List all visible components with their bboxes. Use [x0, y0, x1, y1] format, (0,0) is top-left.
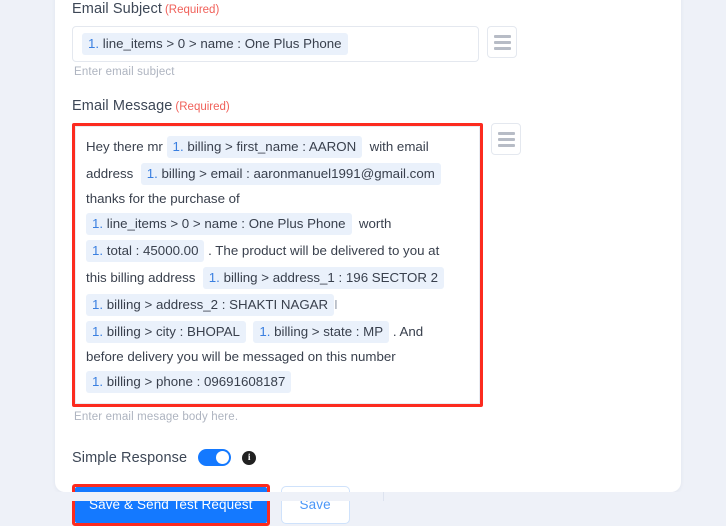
token-chip-text: line_items > 0 > name : One Plus Phone: [99, 36, 342, 51]
hamburger-menu-icon-subject[interactable]: [487, 26, 517, 58]
hamburger-menu-icon-message[interactable]: [491, 123, 521, 155]
token-chip[interactable]: 1. billing > email : aaronmanuel1991@gma…: [140, 163, 441, 185]
email-subject-row: 1. line_items > 0 > name : One Plus Phon…: [72, 26, 664, 62]
email-subject-label: Email Subject (Required): [72, 0, 664, 19]
token-chip[interactable]: 1. billing > phone : 09691608187: [86, 371, 292, 393]
email-message-helper: Enter email mesage body here.: [74, 411, 239, 423]
token-chip[interactable]: 1. line_items > 0 > name : One Plus Phon…: [86, 213, 352, 235]
simple-response-toggle[interactable]: [198, 449, 232, 466]
email-subject-input[interactable]: 1. line_items > 0 > name : One Plus Phon…: [72, 26, 479, 62]
token-chip-text: billing > address_1 : 196 SECTOR 2: [219, 270, 439, 285]
hamburger-bar: [493, 34, 511, 38]
token-chip[interactable]: 1. billing > address_2 : SHAKTI NAGAR: [86, 294, 335, 316]
message-text: . And: [389, 324, 424, 339]
message-line: Hey there mr 1. billing > first_name : A…: [86, 136, 469, 158]
message-text: Hey there mr: [86, 139, 167, 154]
message-text: before delivery you will be messaged on …: [86, 349, 396, 364]
message-line: 1. line_items > 0 > name : One Plus Phon…: [86, 213, 469, 235]
token-chip-text: billing > state : MP: [270, 324, 384, 339]
message-text: [246, 324, 253, 339]
token-chip-text: billing > phone : 09691608187: [103, 374, 286, 389]
card-content: Email Subject (Required) 1. line_items > …: [72, 0, 664, 526]
token-chip-index: 1.: [172, 139, 184, 154]
token-chip[interactable]: 1. billing > first_name : AARON: [166, 136, 363, 158]
message-line: this billing address 1. billing > addres…: [86, 267, 469, 289]
message-line: before delivery you will be messaged on …: [86, 348, 469, 366]
simple-response-row: Simple Response i: [72, 449, 664, 466]
hamburger-bar: [493, 40, 511, 44]
message-text: with email: [362, 139, 429, 154]
token-chip-text: billing > city : BHOPAL: [103, 324, 240, 339]
token-chip[interactable]: 1. billing > state : MP: [253, 321, 390, 343]
email-subject-label-text: Email Subject: [72, 1, 162, 17]
message-text: . The product will be delivered to you a…: [204, 243, 440, 258]
token-chip-text: billing > first_name : AARON: [183, 139, 357, 154]
simple-response-label: Simple Response: [72, 449, 188, 466]
message-text: this billing address: [86, 270, 203, 285]
message-text: thanks for the purchase of: [86, 191, 240, 206]
token-chip-text: billing > address_2 : SHAKTI NAGAR: [103, 297, 329, 312]
email-subject-required-tag: (Required): [164, 4, 220, 16]
hamburger-bar: [497, 143, 515, 147]
message-line: 1. billing > city : BHOPAL 1. billing > …: [86, 321, 469, 343]
message-text: worth: [351, 216, 392, 231]
text-cursor-icon: I: [334, 297, 338, 312]
bottom-strip: [0, 492, 726, 501]
token-chip-index: 1.: [208, 270, 220, 285]
toggle-knob: [216, 451, 230, 464]
token-chip[interactable]: 1. billing > address_1 : 196 SECTOR 2: [202, 267, 445, 289]
page-root: Email Subject (Required) 1. line_items > …: [0, 0, 726, 526]
hamburger-bar: [497, 131, 515, 135]
token-chip-text: line_items > 0 > name : One Plus Phone: [103, 216, 346, 231]
token-chip[interactable]: 1. billing > city : BHOPAL: [86, 321, 246, 343]
hamburger-bar: [493, 46, 511, 50]
message-line: thanks for the purchase of: [86, 190, 469, 208]
token-chip-index: 1.: [92, 243, 104, 258]
token-chip-index: 1.: [146, 166, 158, 181]
settings-card: Email Subject (Required) 1. line_items > …: [55, 0, 681, 526]
email-message-row: Hey there mr 1. billing > first_name : A…: [72, 123, 664, 407]
email-subject-helper: Enter email subject: [74, 66, 175, 78]
email-message-annotation-box: Hey there mr 1. billing > first_name : A…: [72, 123, 483, 407]
bottom-divider: [383, 492, 384, 501]
token-chip-index: 1.: [88, 36, 100, 51]
message-line: 1. billing > address_2 : SHAKTI NAGAR I: [86, 294, 469, 316]
token-chip-index: 1.: [259, 324, 271, 339]
hamburger-bar: [497, 137, 515, 141]
info-icon[interactable]: i: [242, 450, 257, 465]
message-line: 1. billing > phone : 09691608187: [86, 371, 469, 393]
primary-button-annotation-box: Save & Send Test Request: [72, 484, 270, 526]
message-text: address: [86, 166, 141, 181]
token-chip[interactable]: 1. line_items > 0 > name : One Plus Phon…: [82, 33, 348, 55]
token-chip-text: billing > email : aaronmanuel1991@gmail.…: [157, 166, 435, 181]
email-message-label: Email Message (Required): [72, 97, 664, 116]
token-chip[interactable]: 1. total : 45000.00: [86, 240, 205, 262]
email-message-label-text: Email Message: [72, 98, 173, 114]
email-message-required-tag: (Required): [175, 101, 230, 113]
action-buttons: Save & Send Test Request Save: [72, 484, 664, 526]
token-chip-index: 1.: [92, 374, 104, 389]
token-chip-index: 1.: [92, 216, 104, 231]
token-chip-index: 1.: [92, 324, 104, 339]
message-line: address 1. billing > email : aaronmanuel…: [86, 163, 469, 185]
email-message-input[interactable]: Hey there mr 1. billing > first_name : A…: [75, 126, 480, 404]
token-chip-index: 1.: [92, 297, 104, 312]
token-chip-text: total : 45000.00: [103, 243, 199, 258]
message-line: 1. total : 45000.00 . The product will b…: [86, 240, 469, 262]
